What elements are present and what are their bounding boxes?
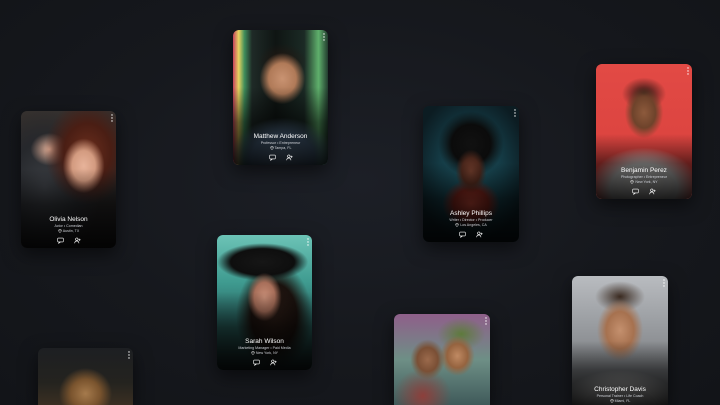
- profile-name: Matthew Anderson: [253, 133, 308, 140]
- more-vertical-icon[interactable]: [111, 114, 113, 122]
- more-vertical-icon[interactable]: [323, 33, 325, 41]
- profile-photo: [38, 348, 133, 405]
- profile-info: Sarah Wilson Marketing Manager • Paid Me…: [217, 338, 312, 370]
- profile-info: Olivia Nelson Actor • Comedian Austin, T…: [21, 216, 116, 248]
- profile-location: Tampa, FL: [233, 145, 328, 151]
- location-pin-icon: [630, 179, 635, 185]
- profile-card-olivia-nelson[interactable]: Olivia Nelson Actor • Comedian Austin, T…: [21, 111, 116, 248]
- profile-location: Los Angeles, CA: [423, 222, 519, 228]
- location-pin-icon: [455, 222, 459, 228]
- add-user-icon[interactable]: [73, 237, 81, 244]
- profile-location: Miami, FL: [572, 398, 668, 404]
- add-user-icon[interactable]: [476, 231, 483, 238]
- location-pin-icon: [610, 398, 614, 404]
- more-vertical-icon[interactable]: [128, 351, 130, 359]
- add-user-icon[interactable]: [269, 359, 277, 366]
- profile-name: Ashley Phillips: [450, 210, 492, 217]
- more-vertical-icon[interactable]: [485, 317, 487, 325]
- profile-card-partial-center[interactable]: [394, 314, 490, 405]
- profile-name: Benjamin Perez: [621, 167, 667, 174]
- profile-card-partial-left[interactable]: [38, 348, 133, 405]
- profile-card-matthew-anderson[interactable]: Matthew Anderson Professor • Entrepreneu…: [233, 30, 328, 165]
- more-vertical-icon[interactable]: [663, 279, 665, 287]
- add-user-icon[interactable]: [649, 188, 656, 195]
- profile-info: Matthew Anderson Professor • Entrepreneu…: [233, 133, 328, 165]
- profile-card-ashley-phillips[interactable]: Ashley Phillips Writer • Director • Prod…: [423, 106, 519, 242]
- profile-card-sarah-wilson[interactable]: Sarah Wilson Marketing Manager • Paid Me…: [217, 235, 312, 370]
- profile-card-benjamin-perez[interactable]: Benjamin Perez Photographer • Entreprene…: [596, 64, 692, 199]
- location-pin-icon: [269, 145, 274, 151]
- profile-info: Christopher Davis Personal Trainer • Lif…: [572, 386, 668, 405]
- message-icon[interactable]: [268, 154, 276, 161]
- profile-name: Christopher Davis: [594, 386, 646, 393]
- profile-name: Sarah Wilson: [245, 338, 284, 345]
- profile-info: Ashley Phillips Writer • Director • Prod…: [423, 210, 519, 242]
- message-icon[interactable]: [252, 359, 260, 366]
- profile-location: New York, NY: [596, 179, 692, 185]
- more-vertical-icon[interactable]: [687, 67, 689, 75]
- profile-card-christopher-davis[interactable]: Christopher Davis Personal Trainer • Lif…: [572, 276, 668, 405]
- more-vertical-icon[interactable]: [514, 109, 516, 117]
- more-vertical-icon[interactable]: [307, 238, 309, 246]
- add-user-icon[interactable]: [285, 154, 293, 161]
- location-pin-icon: [58, 228, 62, 234]
- location-pin-icon: [251, 350, 255, 356]
- message-icon[interactable]: [56, 237, 64, 244]
- profile-location: New York, NY: [217, 350, 312, 356]
- profile-name: Olivia Nelson: [49, 216, 88, 223]
- message-icon[interactable]: [632, 188, 639, 195]
- profile-location: Austin, TX: [21, 228, 116, 234]
- profile-info: Benjamin Perez Photographer • Entreprene…: [596, 167, 692, 199]
- profile-photo: [394, 314, 490, 405]
- message-icon[interactable]: [459, 231, 466, 238]
